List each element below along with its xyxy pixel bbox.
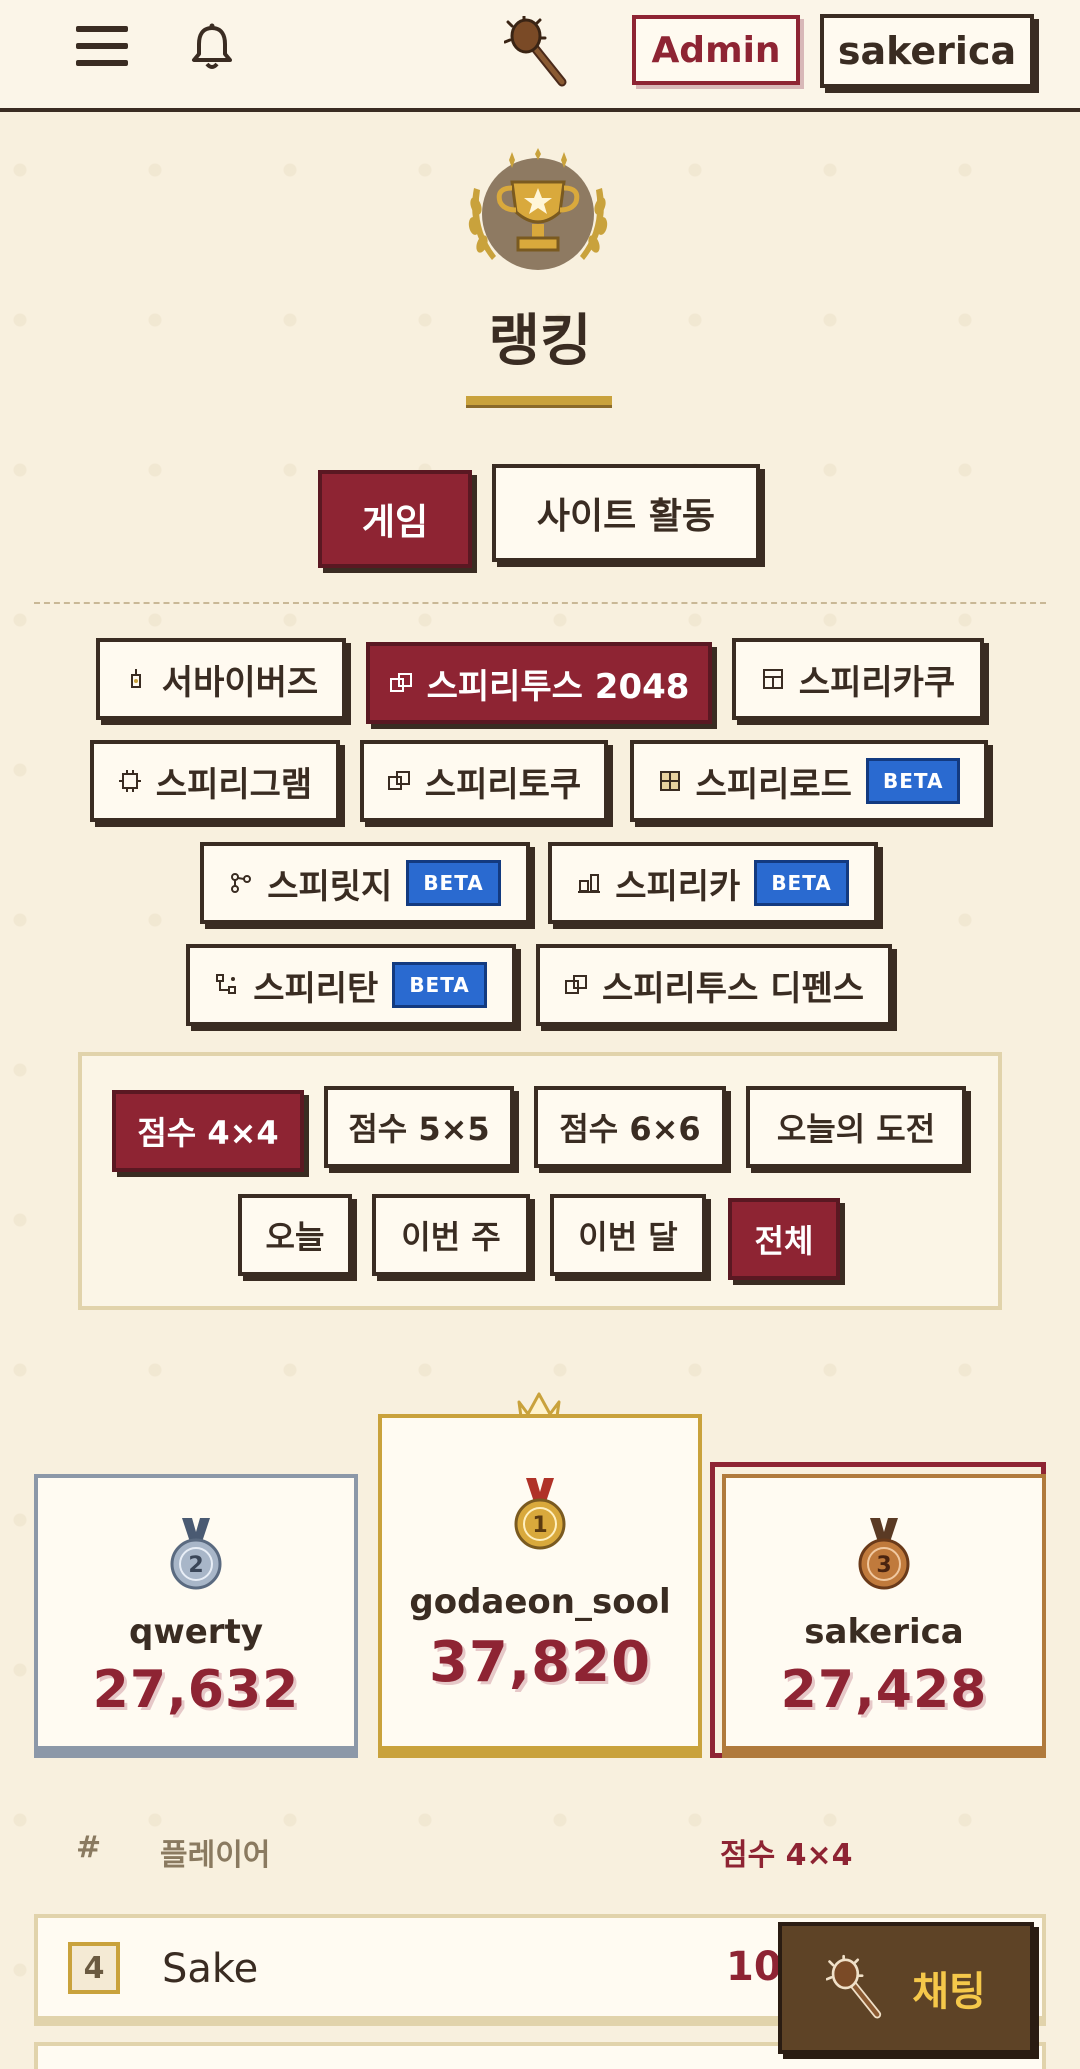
- beta-badge: BETA: [392, 962, 487, 1008]
- game-chip-label: 스피리로드: [695, 764, 852, 805]
- beta-badge: BETA: [406, 860, 501, 906]
- nodes-icon: [231, 873, 252, 893]
- podium-score: 37,820: [428, 1630, 652, 1695]
- top-header: Admin sakerica: [0, 0, 1080, 112]
- game-chip-spirigram[interactable]: 스피리그램: [90, 740, 340, 822]
- tab-site-activity[interactable]: 사이트 활동: [492, 464, 760, 562]
- column-rank-header: #: [76, 1830, 102, 1865]
- chat-label: 채팅: [912, 1969, 986, 2015]
- game-chip-label: 스피리그램: [155, 764, 313, 805]
- filter-score-6x6[interactable]: 점수 6×6: [534, 1086, 726, 1168]
- game-chip-spiritoku[interactable]: 스피리토쿠: [360, 740, 608, 822]
- filter-today[interactable]: 오늘: [238, 1194, 352, 1276]
- podium-second-card[interactable]: 2 qwerty 27,632: [34, 1474, 358, 1750]
- section-divider: [34, 602, 1046, 604]
- silver-medal-icon: 2: [170, 1518, 222, 1590]
- gold-medal-icon: 1: [514, 1478, 566, 1550]
- cart-icon: [578, 874, 601, 893]
- podium-player-name: qwerty: [129, 1612, 263, 1652]
- medal-rank: 3: [876, 1553, 891, 1578]
- column-player-header: 플레이어: [160, 1838, 271, 1873]
- club-icon: [826, 1954, 882, 2019]
- filter-score-5x5[interactable]: 점수 5×5: [324, 1086, 514, 1168]
- board-icon: [659, 771, 680, 791]
- game-chip-label: 스피리카: [615, 866, 741, 907]
- bronze-medal-icon: 3: [858, 1518, 910, 1590]
- filter-score-4x4[interactable]: 점수 4×4: [112, 1090, 304, 1172]
- podium-player-name: sakerica: [804, 1612, 964, 1652]
- chat-button[interactable]: 채팅: [778, 1922, 1034, 2054]
- beta-badge: BETA: [754, 860, 849, 906]
- game-chip-survivors[interactable]: 서바이버즈: [96, 638, 346, 720]
- trophy-icon: [468, 148, 608, 270]
- game-chip-label: 스피릿지: [267, 866, 393, 907]
- grid-icon: [762, 669, 783, 689]
- game-chip-label: 스피리카쿠: [798, 662, 956, 703]
- podium-score: 27,632: [92, 1660, 300, 1720]
- filter-this-week[interactable]: 이번 주: [372, 1194, 530, 1276]
- game-chip-label: 스피리탄: [253, 968, 379, 1009]
- podium-player-name: godaeon_sool: [409, 1582, 671, 1622]
- bell-icon[interactable]: [188, 22, 236, 74]
- medal-rank: 2: [188, 1553, 203, 1578]
- row-player-name: Sake: [162, 1946, 259, 1992]
- game-chip-label: 서바이버즈: [161, 662, 319, 703]
- filter-all-time[interactable]: 전체: [728, 1198, 840, 1280]
- game-chip-spiriroad[interactable]: 스피리로드 BETA: [630, 740, 988, 822]
- user-profile-button[interactable]: sakerica: [820, 14, 1034, 88]
- branch-icon: [216, 974, 237, 994]
- tiles-icon: [387, 771, 410, 790]
- menu-icon[interactable]: [76, 26, 128, 66]
- game-chip-label: 스피리투스 디펜스: [601, 968, 865, 1009]
- game-chip-spiritji[interactable]: 스피릿지 BETA: [200, 842, 530, 924]
- tab-game[interactable]: 게임: [318, 470, 472, 568]
- podium-score: 27,428: [780, 1660, 988, 1720]
- game-chip-spirikaku[interactable]: 스피리카쿠: [732, 638, 984, 720]
- column-score-header: 점수 4×4: [720, 1838, 853, 1873]
- game-chip-label: 스피리투스 2048: [426, 666, 690, 707]
- tiles-icon: [389, 673, 412, 692]
- game-chip-spiritus-2048[interactable]: 스피리투스 2048: [366, 642, 712, 724]
- lamp-icon: [130, 669, 141, 688]
- filter-this-month[interactable]: 이번 달: [550, 1194, 706, 1276]
- title-underline: [466, 396, 612, 408]
- beta-badge: BETA: [865, 758, 961, 804]
- chip-icon: [118, 770, 141, 792]
- game-chip-spiritus-defense[interactable]: 스피리투스 디펜스: [536, 944, 892, 1026]
- tiles-icon: [564, 975, 587, 994]
- game-chip-spirika[interactable]: 스피리카 BETA: [548, 842, 878, 924]
- filter-daily-challenge[interactable]: 오늘의 도전: [746, 1086, 966, 1168]
- rank-badge: 4: [68, 1942, 120, 1994]
- podium-first-card[interactable]: 1 godaeon_sool 37,820: [378, 1414, 702, 1750]
- club-logo-icon[interactable]: [504, 16, 572, 88]
- game-chip-label: 스피리토쿠: [424, 764, 582, 805]
- admin-button[interactable]: Admin: [632, 15, 800, 85]
- podium-third-card[interactable]: 3 sakerica 27,428: [722, 1474, 1046, 1750]
- page-title: 랭킹: [488, 309, 592, 374]
- game-chip-spiritan[interactable]: 스피리탄 BETA: [186, 944, 516, 1026]
- medal-rank: 1: [532, 1513, 547, 1538]
